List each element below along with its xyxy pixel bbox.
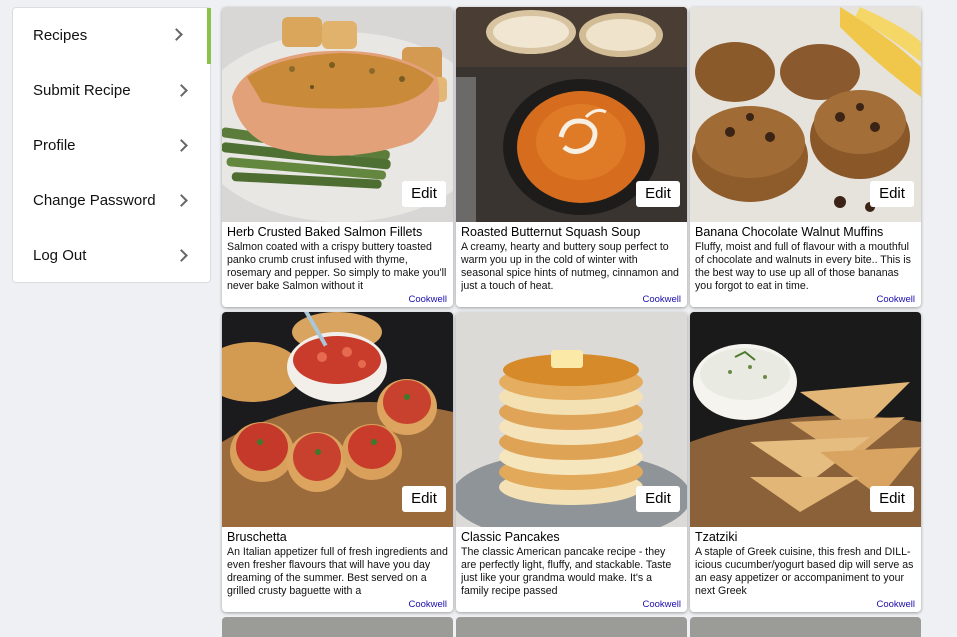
recipe-card[interactable]: Edit Herb Crusted Baked Salmon Fillets S… xyxy=(222,7,453,307)
recipe-source-link[interactable]: Cookwell xyxy=(642,294,681,305)
recipe-title: Bruschetta xyxy=(227,530,287,544)
recipe-title: Classic Pancakes xyxy=(461,530,560,544)
recipe-source-link[interactable]: Cookwell xyxy=(876,294,915,305)
sidebar-item-label: Recipes xyxy=(33,27,88,44)
recipe-title: Roasted Butternut Squash Soup xyxy=(461,225,641,239)
edit-button[interactable]: Edit xyxy=(402,486,446,512)
recipe-description: Fluffy, moist and full of flavour with a… xyxy=(695,241,911,292)
sidebar-item-label: Change Password xyxy=(33,192,156,209)
recipe-title: Banana Chocolate Walnut Muffins xyxy=(695,225,884,239)
sidebar-item-change-password[interactable]: Change Password xyxy=(13,181,210,231)
recipe-source-link[interactable]: Cookwell xyxy=(642,599,681,610)
recipe-card-partial[interactable] xyxy=(690,617,921,637)
edit-button[interactable]: Edit xyxy=(870,486,914,512)
recipe-card[interactable]: Edit Classic Pancakes The classic Americ… xyxy=(456,312,687,612)
sidebar-item-recipes[interactable]: Recipes xyxy=(13,16,210,66)
chevron-right-icon xyxy=(175,84,188,97)
recipe-source-link[interactable]: Cookwell xyxy=(408,294,447,305)
recipe-title: Herb Crusted Baked Salmon Fillets xyxy=(227,225,423,239)
recipe-card-partial[interactable] xyxy=(222,617,453,637)
recipe-description: Salmon coated with a crispy buttery toas… xyxy=(227,241,447,292)
sidebar-item-label: Profile xyxy=(33,137,76,154)
sidebar-item-profile[interactable]: Profile xyxy=(13,126,210,176)
sidebar-item-label: Submit Recipe xyxy=(33,82,131,99)
edit-button[interactable]: Edit xyxy=(636,181,680,207)
recipe-card[interactable]: Edit Tzatziki A staple of Greek cuisine,… xyxy=(690,312,921,612)
chevron-right-icon xyxy=(170,28,183,41)
recipe-card[interactable]: Edit Banana Chocolate Walnut Muffins Flu… xyxy=(690,7,921,307)
recipe-description: A creamy, hearty and buttery soup perfec… xyxy=(461,241,679,292)
recipe-description: An Italian appetizer full of fresh ingre… xyxy=(227,546,448,597)
chevron-right-icon xyxy=(175,194,188,207)
recipe-source-link[interactable]: Cookwell xyxy=(408,599,447,610)
edit-button[interactable]: Edit xyxy=(636,486,680,512)
sidebar-item-label: Log Out xyxy=(33,247,87,264)
recipe-card[interactable]: Edit Roasted Butternut Squash Soup A cre… xyxy=(456,7,687,307)
edit-button[interactable]: Edit xyxy=(402,181,446,207)
chevron-right-icon xyxy=(175,139,188,152)
sidebar-item-log-out[interactable]: Log Out xyxy=(13,236,210,286)
chevron-right-icon xyxy=(175,249,188,262)
recipe-card[interactable]: Edit Bruschetta An Italian appetizer ful… xyxy=(222,312,453,612)
recipe-description: A staple of Greek cuisine, this fresh an… xyxy=(695,546,914,597)
recipe-source-link[interactable]: Cookwell xyxy=(876,599,915,610)
recipe-description: The classic American pancake recipe - th… xyxy=(461,546,672,597)
sidebar-item-submit-recipe[interactable]: Submit Recipe xyxy=(13,71,210,121)
edit-button[interactable]: Edit xyxy=(870,181,914,207)
sidebar-nav: Recipes Submit Recipe Profile Change Pas… xyxy=(12,7,211,283)
recipe-title: Tzatziki xyxy=(695,530,738,544)
recipe-card-partial[interactable] xyxy=(456,617,687,637)
